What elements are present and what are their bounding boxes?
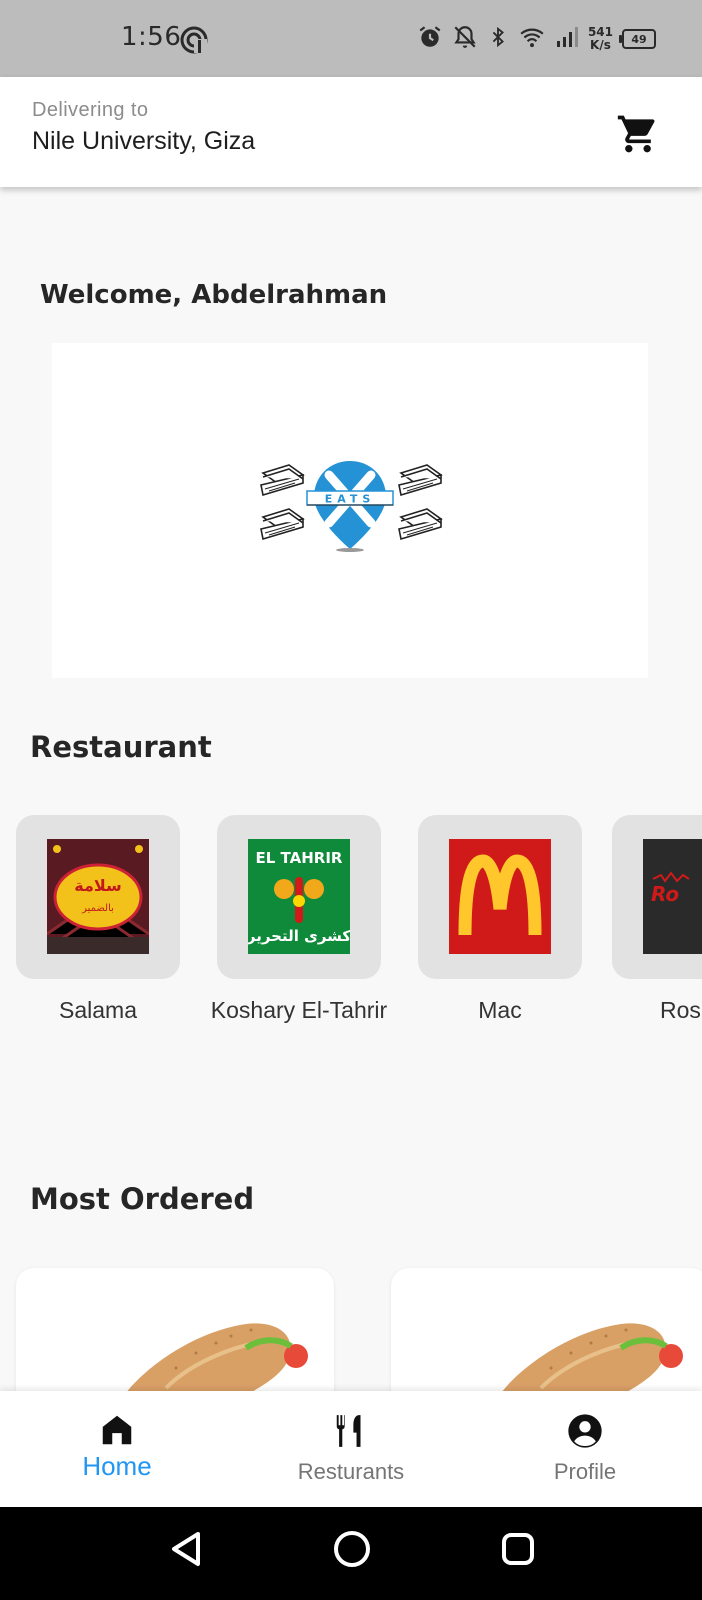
most-ordered-card[interactable]: [391, 1268, 702, 1408]
back-icon[interactable]: [168, 1529, 204, 1573]
account-icon: [565, 1411, 605, 1455]
welcome-heading: Welcome, Abdelrahman: [40, 280, 388, 310]
cart-button[interactable]: [616, 112, 660, 160]
home-icon: [98, 1411, 136, 1453]
restaurant-card-salama[interactable]: سلامة بالضمير: [16, 815, 180, 979]
assistant-icon: [180, 26, 208, 58]
notifications-off-icon: [452, 24, 478, 54]
net-speed-value: 541: [587, 25, 613, 39]
net-speed: 541 K/s: [588, 26, 613, 52]
status-time: 1:56: [121, 22, 182, 52]
most-ordered-section-title: Most Ordered: [30, 1182, 255, 1216]
nav-home[interactable]: Home: [0, 1391, 234, 1507]
koshary-logo-bottom: كشرى التحرير: [248, 927, 350, 945]
svg-text:بالضمير: بالضمير: [81, 903, 114, 914]
sandwich-image: [116, 1323, 308, 1408]
restaurant-name[interactable]: Salama: [0, 997, 213, 1024]
nav-profile[interactable]: Profile: [468, 1391, 702, 1507]
sandwich-image: [491, 1323, 683, 1408]
mcdonalds-logo: [449, 839, 551, 954]
delivering-to-label: Delivering to: [32, 99, 149, 121]
restaurant-section-title: Restaurant: [30, 730, 212, 764]
restaurant-name[interactable]: Ros: [660, 997, 702, 1024]
system-navigation-bar: [0, 1507, 702, 1600]
battery-level: 49: [631, 32, 647, 46]
svg-text:Ro: Ro: [651, 882, 679, 906]
koshary-logo-top: EL TAHRIR: [256, 849, 343, 867]
restaurant-card-mac[interactable]: [418, 815, 582, 979]
home-circle-icon[interactable]: [333, 1529, 371, 1573]
most-ordered-card[interactable]: [16, 1268, 334, 1408]
xeats-logo: EATS: [257, 461, 443, 557]
delivery-location[interactable]: Nile University, Giza: [32, 127, 255, 156]
restaurant-list: سلامة بالضمير Salama EL TAHRIR كشرى التح…: [0, 815, 702, 1035]
koshary-logo: EL TAHRIR كشرى التحرير: [248, 839, 350, 954]
logo-text: EATS: [325, 493, 376, 506]
nav-home-label: Home: [82, 1451, 152, 1481]
nav-profile-label: Profile: [553, 1459, 617, 1484]
app-header: Delivering to Nile University, Giza: [0, 77, 702, 187]
cart-icon: [616, 115, 660, 160]
net-speed-unit: K/s: [590, 38, 611, 52]
restaurant-name[interactable]: Koshary El-Tahrir: [184, 997, 414, 1024]
nav-resturants[interactable]: Resturants: [234, 1391, 468, 1507]
recents-icon[interactable]: [500, 1529, 536, 1573]
wifi-icon: [518, 24, 546, 54]
bluetooth-icon: [487, 24, 509, 54]
alarm-icon: [417, 24, 443, 54]
battery-icon: 49: [619, 29, 656, 49]
ros-logo: Ro: [643, 839, 702, 954]
restaurant-card-ros[interactable]: Ro: [612, 815, 702, 979]
status-bar: 1:56 541 K/s 49: [0, 0, 702, 77]
restaurant-card-koshary-el-tahrir[interactable]: EL TAHRIR كشرى التحرير: [217, 815, 381, 979]
status-icons: 541 K/s 49: [417, 24, 656, 54]
salama-logo: سلامة بالضمير: [47, 839, 149, 954]
bottom-navigation: Home Resturants Profile: [0, 1391, 702, 1507]
restaurant-icon: [332, 1411, 370, 1455]
signal-icon: [555, 25, 579, 53]
restaurant-name[interactable]: Mac: [385, 997, 615, 1024]
promo-banner: EATS: [52, 343, 648, 678]
svg-text:سلامة: سلامة: [74, 876, 122, 895]
nav-resturants-label: Resturants: [297, 1459, 405, 1484]
